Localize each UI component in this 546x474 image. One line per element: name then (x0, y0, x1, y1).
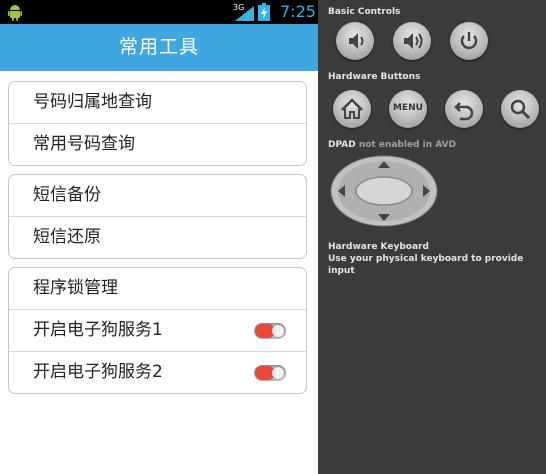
dpad-label-rest: not enabled in AVD (355, 140, 457, 150)
list-item-label: 短信备份 (33, 185, 101, 205)
dpad-control[interactable] (330, 155, 438, 227)
basic-controls-label: Basic Controls (328, 7, 401, 17)
group-services: 程序锁管理 开启电子狗服务1 开启电子狗服务2 (8, 267, 307, 394)
search-button[interactable] (501, 90, 539, 128)
phone-screen: 3G 7:25 常用工具 号码归属地查询 常用号码查询 短信备份 短信还原 程序… (0, 0, 318, 474)
hardware-keyboard-title: Hardware Keyboard (328, 242, 429, 252)
title-bar: 常用工具 (0, 24, 318, 71)
page-title: 常用工具 (118, 36, 199, 58)
watchdog-service-1-toggle[interactable] (254, 323, 286, 339)
hardware-buttons-label: Hardware Buttons (328, 72, 421, 82)
group-sms: 短信备份 短信还原 (8, 174, 307, 259)
hardware-keyboard-text: Use your physical keyboard to provide in… (328, 254, 524, 276)
watchdog-service-2-toggle[interactable] (254, 365, 286, 381)
dpad-label-strong: DPAD (328, 140, 356, 150)
dpad-center-button[interactable] (355, 176, 413, 206)
volume-up-icon (404, 33, 423, 49)
menu-button-label: MENU (393, 103, 423, 113)
volume-down-button[interactable] (336, 22, 374, 60)
dpad-label: DPAD not enabled in AVD (328, 140, 456, 150)
list-item-common-number-query[interactable]: 常用号码查询 (9, 123, 306, 165)
list-item-label: 常用号码查询 (33, 134, 135, 154)
power-icon (460, 32, 478, 50)
home-button[interactable] (333, 90, 371, 128)
list-item-phone-location-query[interactable]: 号码归属地查询 (9, 82, 306, 123)
back-button[interactable] (445, 90, 483, 128)
battery-icon (258, 3, 270, 21)
power-button[interactable] (450, 22, 488, 60)
group-number-query: 号码归属地查询 常用号码查询 (8, 81, 307, 166)
volume-up-button[interactable] (393, 22, 431, 60)
list-item-label: 程序锁管理 (33, 278, 118, 298)
android-icon (8, 5, 22, 21)
search-icon (510, 99, 531, 120)
signal-icon: 3G (233, 3, 254, 21)
status-bar: 3G 7:25 (0, 0, 318, 24)
list-item-app-lock-management[interactable]: 程序锁管理 (9, 268, 306, 309)
list-item-sms-restore[interactable]: 短信还原 (9, 216, 306, 258)
list-item-label: 开启电子狗服务1 (33, 320, 163, 340)
list-item-sms-backup[interactable]: 短信备份 (9, 175, 306, 216)
emulator-controls-panel: Basic Controls Hardware Buttons MENU DPA… (318, 0, 546, 474)
list-item-label: 号码归属地查询 (33, 92, 152, 112)
list-item-watchdog-service-1[interactable]: 开启电子狗服务1 (9, 309, 306, 351)
menu-button[interactable]: MENU (389, 90, 427, 128)
hardware-keyboard-info: Hardware Keyboard Use your physical keyb… (328, 241, 546, 277)
status-clock: 7:25 (280, 2, 316, 21)
home-icon (341, 98, 363, 119)
back-icon (454, 102, 474, 121)
list-item-label: 开启电子狗服务2 (33, 362, 163, 382)
list-item-label: 短信还原 (33, 227, 101, 247)
network-type-label: 3G (233, 3, 244, 12)
volume-down-icon (349, 33, 364, 49)
list-item-watchdog-service-2[interactable]: 开启电子狗服务2 (9, 351, 306, 393)
